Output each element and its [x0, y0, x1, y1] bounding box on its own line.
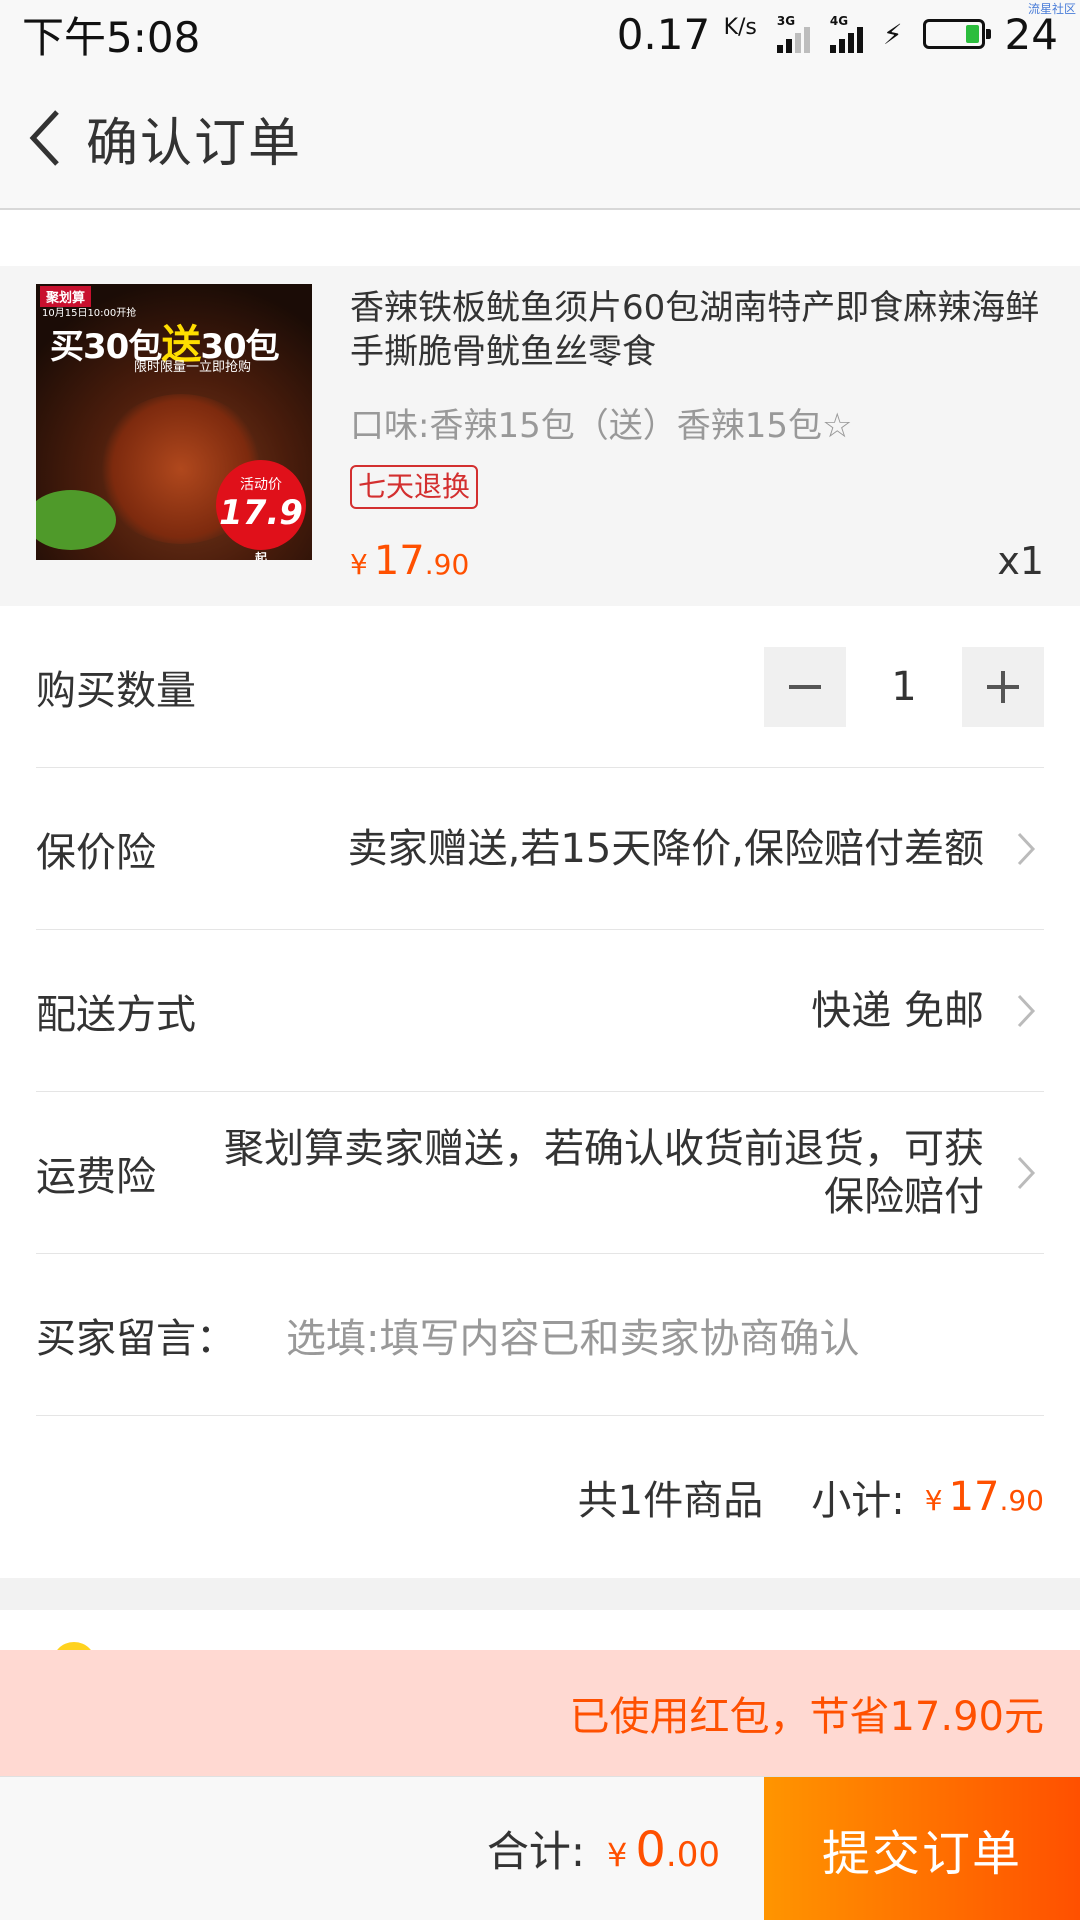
- product-title: 香辣铁板鱿鱼须片60包湖南特产即食麻辣海鲜手撕脆骨鱿鱼丝零食: [350, 288, 1040, 372]
- product-quantity: x1: [997, 539, 1044, 583]
- network-speed-value: 0.17: [616, 9, 711, 59]
- price-currency: ¥: [350, 548, 368, 581]
- buyer-message-input[interactable]: 选填:填写内容已和卖家协商确认: [286, 1306, 859, 1364]
- subtotal-label: 小计:: [811, 1478, 905, 1524]
- product-card[interactable]: 聚划算 10月15日10:00开抢 买30包送30包 限时限量一立即抢购 活动价…: [0, 266, 1080, 606]
- status-time: 下午5:08: [22, 12, 201, 62]
- thumbnail-subtitle: 限时限量一立即抢购: [134, 360, 252, 375]
- total-integer: 0: [635, 1822, 666, 1878]
- price-protection-row[interactable]: 保价险 卖家赠送,若15天降价,保险赔付差额: [36, 768, 1044, 930]
- decrease-button[interactable]: [764, 646, 846, 727]
- header: 确认订单: [0, 68, 1080, 210]
- product-info: 香辣铁板鱿鱼须片60包湖南特产即食麻辣海鲜手撕脆骨鱿鱼丝零食 口味:香辣15包（…: [350, 286, 1050, 509]
- delivery-method-value: 快递 免邮: [811, 987, 984, 1034]
- total-decimal: .00: [665, 1835, 720, 1875]
- charging-icon: ⚡: [882, 17, 903, 51]
- red-packet-notice: 已使用红包，节省17.90元: [0, 1650, 1080, 1776]
- status-bar: 下午5:08 0.17 K/s 3G 4G ⚡ 24 流星社区: [0, 0, 1080, 68]
- minus-icon: [789, 684, 821, 689]
- order-total: 合计: ¥ 0 .00: [0, 1818, 764, 1879]
- shipping-insurance-row[interactable]: 运费险 聚划算卖家赠送，若确认收货前退货，可获保险赔付: [36, 1092, 1044, 1254]
- quantity-row: 购买数量 1: [36, 606, 1044, 768]
- shipping-insurance-label: 运费险: [36, 1153, 156, 1200]
- subtotal-price: ¥17.90: [925, 1474, 1044, 1520]
- status-indicators: 0.17 K/s 3G 4G ⚡ 24: [617, 10, 1058, 59]
- section-divider: [0, 1578, 1080, 1610]
- subtotal-row: 共1件商品 小计: ¥17.90: [36, 1416, 1044, 1578]
- signal-3g-icon: 3G: [776, 14, 810, 53]
- total-label: 合计:: [486, 1827, 586, 1876]
- plus-icon: [987, 670, 1019, 703]
- thumbnail-badge-price: 17.9: [219, 493, 303, 533]
- checkout-bar: 合计: ¥ 0 .00 提交订单: [0, 1776, 1080, 1920]
- network-speed: 0.17 K/s: [617, 10, 757, 59]
- watermark: 流星社区: [1027, 2, 1076, 16]
- product-price-row: ¥17.90 x1: [350, 538, 1044, 584]
- submit-order-button[interactable]: 提交订单: [764, 1776, 1080, 1920]
- network-speed-unit: K/s: [723, 14, 757, 40]
- chevron-right-icon: [1014, 1153, 1038, 1193]
- thumbnail-leaf-image: [36, 490, 116, 550]
- thumbnail-badge-suffix: 起: [254, 551, 267, 560]
- signal-4g-label: 4G: [829, 14, 849, 28]
- quantity-stepper: 1: [764, 646, 1044, 727]
- item-count: 共1件商品: [577, 1478, 764, 1524]
- signal-3g-label: 3G: [776, 14, 796, 28]
- chevron-right-icon: [1014, 991, 1038, 1031]
- chevron-right-icon: [1014, 829, 1038, 869]
- return-policy-badge: 七天退换: [350, 465, 479, 509]
- product-price: ¥17.90: [350, 538, 469, 584]
- price-protection-value: 卖家赠送,若15天降价,保险赔付差额: [347, 825, 984, 872]
- delivery-method-row[interactable]: 配送方式 快递 免邮: [36, 930, 1044, 1092]
- shipping-insurance-value: 聚划算卖家赠送，若确认收货前退货，可获保险赔付: [224, 1125, 984, 1220]
- subtotal-decimal: .90: [999, 1484, 1044, 1517]
- thumbnail-price-badge: 活动价 17.9 起: [216, 460, 306, 560]
- back-arrow-icon[interactable]: [14, 98, 74, 178]
- price-integer: 17: [373, 538, 425, 584]
- battery-fill: [965, 25, 979, 43]
- quantity-label: 购买数量: [36, 667, 196, 714]
- increase-button[interactable]: [962, 646, 1044, 727]
- subtotal-integer: 17: [948, 1474, 1000, 1520]
- quantity-value[interactable]: 1: [846, 664, 962, 710]
- price-decimal: .90: [424, 548, 470, 581]
- buyer-message-label: 买家留言：: [36, 1315, 236, 1362]
- price-protection-label: 保价险: [36, 829, 156, 876]
- total-currency: ¥: [607, 1836, 628, 1874]
- thumbnail-badge-label: 活动价: [240, 477, 282, 493]
- red-packet-text: 已使用红包，节省17.90元: [569, 1694, 1044, 1740]
- subtotal-currency: ¥: [924, 1484, 943, 1517]
- page-title: 确认订单: [86, 113, 303, 174]
- signal-4g-icon: 4G: [829, 14, 863, 53]
- product-thumbnail[interactable]: 聚划算 10月15日10:00开抢 买30包送30包 限时限量一立即抢购 活动价…: [36, 284, 312, 560]
- product-spec: 口味:香辣15包（送）香辣15包☆: [350, 406, 853, 446]
- buyer-message-row: 买家留言： 选填:填写内容已和卖家协商确认: [36, 1254, 1044, 1416]
- battery-icon: [922, 19, 991, 49]
- confirm-order-page: 下午5:08 0.17 K/s 3G 4G ⚡ 24 流星社区 确认订单 聚划算…: [0, 0, 1080, 1920]
- delivery-method-label: 配送方式: [36, 991, 196, 1038]
